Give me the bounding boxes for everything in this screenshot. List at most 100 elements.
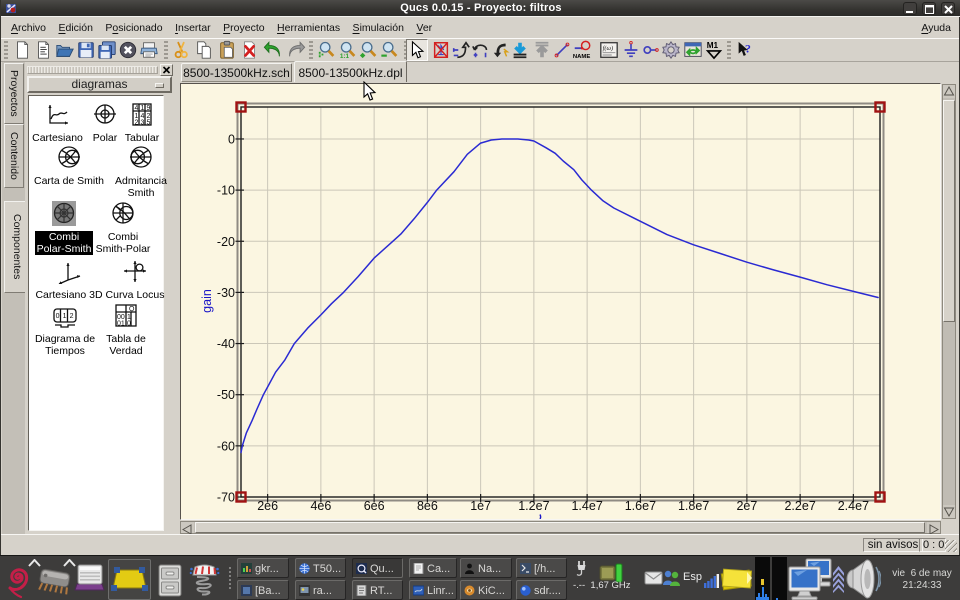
clock[interactable]: vie 6 de may 21:24:33	[886, 568, 958, 591]
vscroll-thumb[interactable]	[943, 100, 955, 322]
task-button-Ba[interactable]: [Ba...	[237, 580, 289, 600]
scroll-up-arrow[interactable]	[943, 85, 955, 98]
deactivate-button[interactable]	[430, 39, 452, 61]
keyboard-layout-indicator[interactable]: Esp	[683, 571, 702, 583]
menu-proyecto[interactable]: Proyecto	[219, 17, 268, 34]
task-button-sdr[interactable]: sdr....	[516, 580, 567, 600]
signal-strength-icon[interactable]	[704, 574, 719, 588]
save-button[interactable]	[75, 39, 97, 61]
undo-button[interactable]	[262, 39, 284, 61]
horizontal-scrollbar[interactable]	[180, 521, 941, 534]
close-button[interactable]	[117, 39, 139, 61]
task-button-RT[interactable]: RT...	[352, 580, 403, 600]
maximize-button[interactable]	[922, 2, 936, 15]
diagram-canvas[interactable]: 2e64e66e68e61e71.2e71.4e71.6e71.8e72e72.…	[180, 83, 941, 520]
system-monitor-1-icon[interactable]	[755, 557, 770, 600]
sidebar-tab-contenido[interactable]: Contenido	[4, 124, 24, 188]
diagram-item-carta-de-smith[interactable]: Carta de Smith	[29, 145, 109, 187]
scroll-down-arrow[interactable]	[943, 505, 955, 518]
simulate-button[interactable]	[660, 39, 682, 61]
dock-grip[interactable]	[27, 66, 158, 74]
curve-gain[interactable]	[241, 139, 878, 453]
menu-posicionado[interactable]: Posicionado	[101, 17, 166, 34]
insert-port-button[interactable]	[640, 39, 662, 61]
pcb-footprint-launcher[interactable]	[108, 559, 151, 600]
scroll-right-arrow[interactable]	[927, 522, 940, 533]
cartesian-diagram[interactable]: 2e64e66e68e61e71.2e71.4e71.6e71.8e72e72.…	[181, 84, 940, 519]
speaker-volume-icon[interactable]	[843, 558, 881, 600]
diagram-item-combi-polar-smith[interactable]: Combi Polar-Smith	[35, 201, 93, 257]
zoom-out-button[interactable]	[379, 39, 401, 61]
menu-ayuda[interactable]: Ayuda	[917, 17, 955, 34]
dock-close-button[interactable]	[160, 64, 173, 76]
task-button-Linr[interactable]: Linr...	[409, 580, 457, 600]
whats-this-button[interactable]: ?	[734, 39, 756, 61]
task-button-ra[interactable]: ra...	[295, 580, 346, 600]
insert-wire-button[interactable]	[551, 39, 573, 61]
component-group-dropdown[interactable]: diagramas	[27, 76, 172, 93]
toolbar-handle[interactable]	[726, 41, 733, 59]
diagram-item-admitancia-smith[interactable]: Admitancia Smith	[112, 145, 170, 199]
menu-insertar[interactable]: Insertar	[171, 17, 215, 34]
select-button[interactable]	[406, 39, 428, 61]
resize-grip[interactable]	[945, 540, 957, 552]
diagram-item-cartesiano-3d[interactable]: Cartesiano 3D	[31, 259, 107, 301]
menu-ver[interactable]: Ver	[412, 17, 436, 34]
toolbar-handle[interactable]	[3, 41, 10, 59]
task-button-T50[interactable]: T50...	[295, 558, 346, 578]
tab-data-display[interactable]: 8500-13500kHz.dpl	[294, 61, 407, 82]
copy-button[interactable]	[193, 39, 215, 61]
task-button-gkr[interactable]: gkr...	[237, 558, 289, 578]
sidebar-tab-proyectos[interactable]: Proyectos	[4, 63, 24, 124]
zoom-in-button[interactable]	[316, 39, 338, 61]
plotter-icon[interactable]	[72, 562, 107, 594]
hscroll-thumb[interactable]	[195, 522, 925, 533]
debian-menu-icon[interactable]	[5, 564, 31, 599]
diagram-item-curva-locus[interactable]: Curva Locus	[102, 259, 168, 301]
spring-icon[interactable]	[189, 563, 220, 597]
task-button-KiC[interactable]: KiC...	[460, 580, 512, 600]
minimize-button[interactable]	[903, 2, 917, 15]
toolbar-handle[interactable]	[308, 41, 315, 59]
dual-monitors-icon[interactable]	[788, 557, 832, 600]
new-button[interactable]	[12, 39, 34, 61]
messenger-buddies-icon[interactable]	[662, 569, 681, 586]
paste-button[interactable]	[216, 39, 238, 61]
mirror-x-button[interactable]	[450, 39, 472, 61]
taskbar-handle[interactable]	[228, 566, 233, 590]
zoom-1-1-button[interactable]: 1:1	[337, 39, 359, 61]
open-button[interactable]	[54, 39, 76, 61]
diagram-item-combi-smith-polar[interactable]: Combi Smith-Polar	[93, 201, 153, 255]
task-button-h[interactable]: [/h...	[516, 558, 567, 578]
tab-schematic[interactable]: 8500-13500kHz.sch	[181, 63, 292, 82]
insert-ground-button[interactable]	[620, 39, 642, 61]
vertical-scrollbar[interactable]	[942, 84, 956, 519]
pop-out-button[interactable]	[531, 39, 553, 61]
view-data-display-button[interactable]	[682, 39, 704, 61]
cut-button[interactable]	[170, 39, 192, 61]
menu-archivo[interactable]: Archivo	[7, 17, 50, 34]
sidebar-tab-componentes[interactable]: Componentes	[4, 201, 26, 293]
power-plug-icon[interactable]	[575, 559, 588, 577]
diagram-item-cartesiano[interactable]: Cartesiano	[29, 102, 86, 144]
push-into-subcircuit-button[interactable]	[509, 39, 531, 61]
mail-icon[interactable]	[644, 571, 663, 585]
redo-button[interactable]	[285, 39, 307, 61]
close-button[interactable]	[941, 2, 955, 15]
print-button[interactable]	[138, 39, 160, 61]
menu-herramientas[interactable]: Herramientas	[273, 17, 344, 34]
insert-label-button[interactable]: NAME	[571, 39, 593, 61]
sticky-notes-icon[interactable]	[719, 564, 753, 591]
diagram-item-diagrama-de-tiempos[interactable]: 012 Diagrama de Tiempos	[32, 303, 98, 357]
insert-equation-button[interactable]: f(ω)	[598, 39, 620, 61]
zoom-fit-button[interactable]	[358, 39, 380, 61]
save-all-button[interactable]	[96, 39, 118, 61]
diagram-item-tabular[interactable]: 419142235 Tabular	[119, 102, 165, 144]
new-text-button[interactable]	[33, 39, 55, 61]
titlebar[interactable]: Qucs 0.0.15 - Proyecto: filtros	[1, 0, 960, 17]
task-button-Na[interactable]: Na...	[460, 558, 512, 578]
mirror-y-button[interactable]	[470, 39, 492, 61]
menu-edicion[interactable]: Edición	[54, 17, 96, 34]
toolbar-handle[interactable]	[163, 41, 170, 59]
file-cabinet-icon[interactable]	[158, 564, 182, 597]
